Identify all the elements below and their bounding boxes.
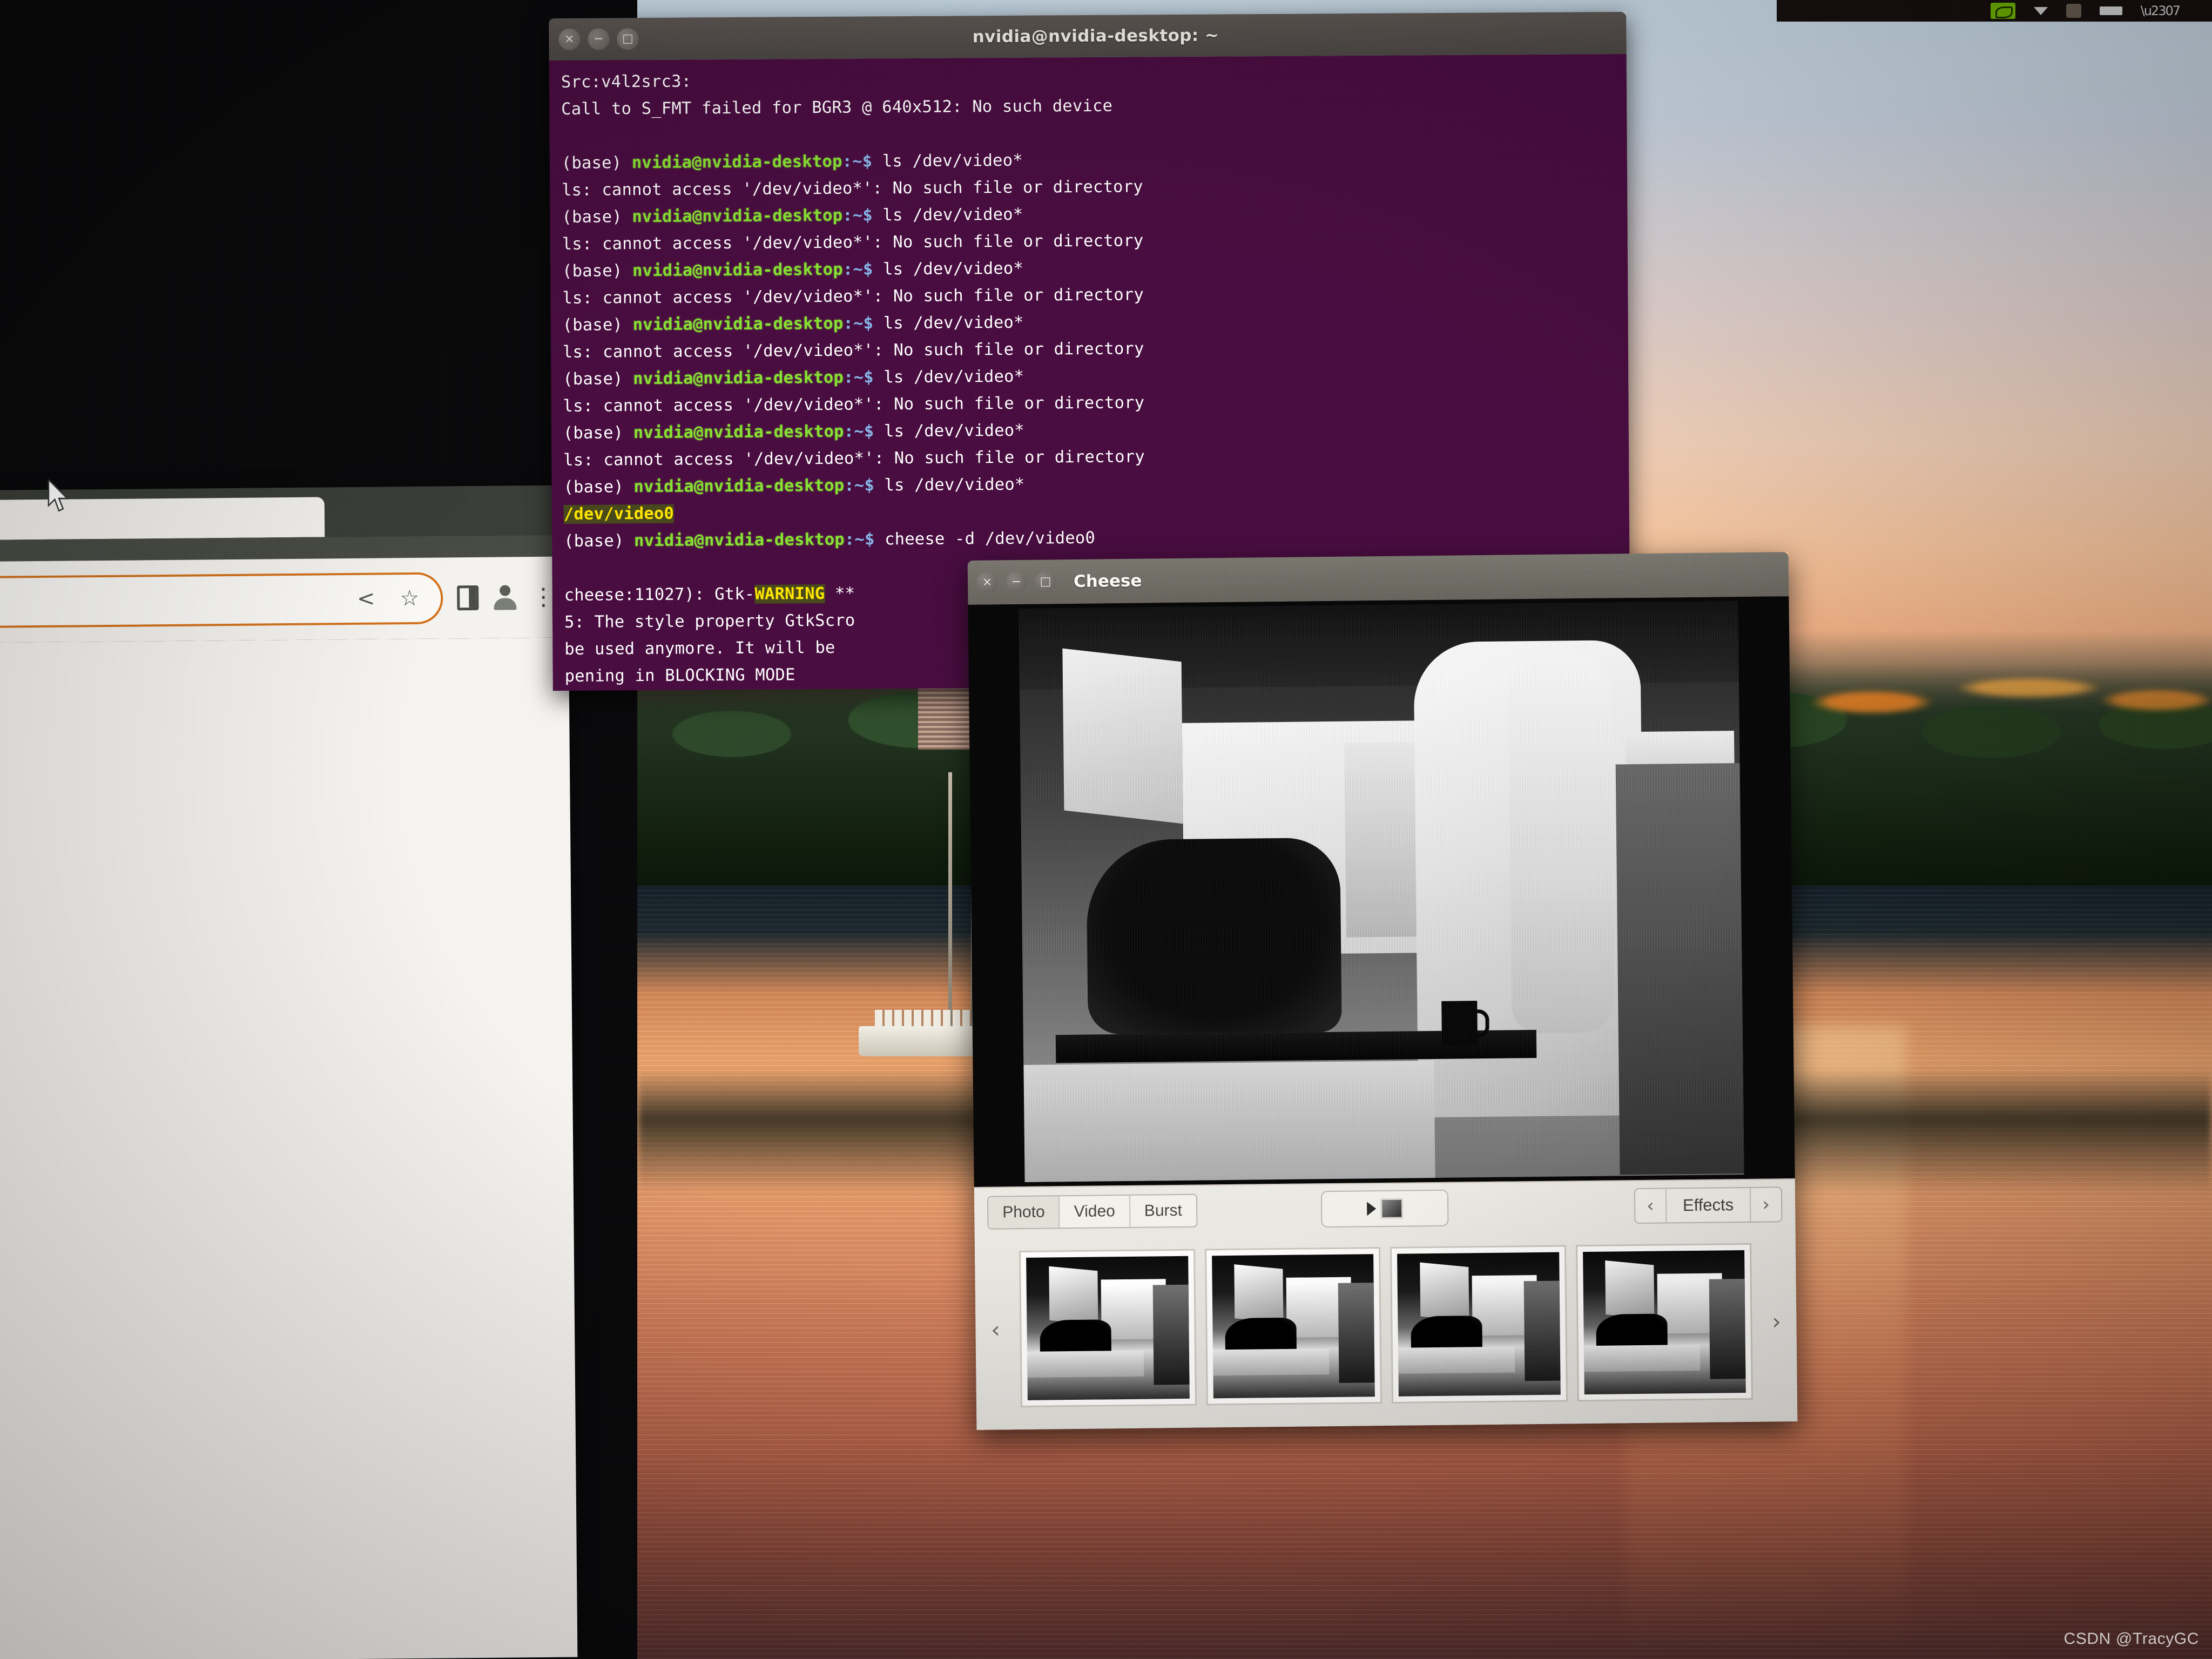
wifi-icon[interactable]: \u2307 <box>2141 3 2181 18</box>
maximize-icon[interactable]: □ <box>1034 571 1057 593</box>
mouse-cursor <box>48 480 69 512</box>
minimize-icon[interactable]: − <box>1005 571 1028 594</box>
chevron-right-icon[interactable]: › <box>1751 1193 1781 1216</box>
effect-thumbnail-image <box>1397 1252 1561 1397</box>
cheese-window[interactable]: × − □ Cheese Photo Video Burst ‹ Effects… <box>967 552 1798 1430</box>
chrome-browser-window[interactable]: ∨ < ☆ ⋮ <box>0 485 578 1659</box>
cheese-control-bar[interactable]: Photo Video Burst ‹ Effects › ‹ › <box>974 1178 1798 1430</box>
tray-box-icon[interactable] <box>2066 4 2081 18</box>
effect-thumbnail[interactable] <box>1204 1247 1382 1406</box>
chevron-down-icon[interactable] <box>2033 6 2048 15</box>
mode-video-button[interactable]: Video <box>1060 1195 1131 1228</box>
address-bar[interactable]: < ☆ <box>0 572 443 630</box>
star-icon[interactable]: ☆ <box>400 586 419 611</box>
maximize-icon[interactable]: □ <box>617 28 639 50</box>
effect-thumbnail[interactable] <box>1390 1245 1568 1404</box>
preview-scanlines <box>1019 601 1744 1182</box>
effects-thumbnail-strip[interactable]: ‹ › <box>975 1229 1797 1416</box>
browser-tab-strip[interactable] <box>0 485 568 542</box>
take-photo-button[interactable] <box>1320 1189 1449 1228</box>
terminal-title: nvidia@nvidia-desktop: ~ <box>972 25 1219 47</box>
cheese-toolbar-row[interactable]: Photo Video Burst ‹ Effects › <box>974 1179 1796 1238</box>
close-icon[interactable]: × <box>558 28 581 50</box>
thumbnails-next-icon[interactable]: › <box>1762 1308 1791 1335</box>
camera-icon <box>1380 1198 1403 1219</box>
profile-avatar-icon[interactable] <box>493 585 517 610</box>
cheese-title-label: Cheese <box>1073 571 1142 591</box>
cheese-title-bar[interactable]: × − □ Cheese <box>967 552 1789 605</box>
battery-icon[interactable] <box>2099 6 2122 15</box>
wallpaper-building <box>918 679 970 750</box>
mode-photo-button[interactable]: Photo <box>988 1196 1060 1229</box>
desktop-screen: \u2307 ∨ < ☆ ⋮ <box>0 0 2212 1659</box>
webcam-preview <box>1019 601 1744 1182</box>
share-icon[interactable]: < <box>357 586 375 611</box>
chevron-left-icon[interactable]: ‹ <box>1635 1195 1665 1217</box>
mode-burst-button[interactable]: Burst <box>1130 1195 1197 1227</box>
effects-button[interactable]: Effects <box>1665 1188 1751 1223</box>
effect-thumbnail[interactable] <box>1019 1249 1197 1408</box>
effect-thumbnail-image <box>1211 1254 1375 1399</box>
effects-control-group[interactable]: ‹ Effects › <box>1634 1186 1783 1224</box>
browser-toolbar[interactable]: ∨ < ☆ ⋮ <box>0 535 569 645</box>
effect-thumbnail[interactable] <box>1575 1243 1753 1402</box>
cheese-video-stage <box>968 596 1795 1187</box>
ubuntu-top-panel[interactable]: \u2307 <box>1777 0 2212 22</box>
effect-thumbnail-image <box>1026 1256 1190 1400</box>
sailboat-mast <box>948 772 952 1026</box>
side-panel-icon[interactable] <box>457 585 479 611</box>
minimize-icon[interactable]: − <box>588 28 610 50</box>
close-icon[interactable]: × <box>976 571 999 594</box>
nvidia-logo-icon <box>1990 3 2015 19</box>
terminal-title-bar[interactable]: × − □ nvidia@nvidia-desktop: ~ <box>549 11 1627 61</box>
capture-mode-group[interactable]: Photo Video Burst <box>987 1193 1198 1230</box>
watermark-label: CSDN @TracyGC <box>2063 1630 2199 1648</box>
browser-omnibox-row[interactable]: < ☆ ⋮ <box>0 556 569 645</box>
thumbnails-prev-icon[interactable]: ‹ <box>981 1316 1010 1343</box>
browser-page-content <box>0 637 578 1659</box>
effect-thumbnail-image <box>1582 1250 1746 1395</box>
play-triangle-icon <box>1366 1202 1376 1216</box>
